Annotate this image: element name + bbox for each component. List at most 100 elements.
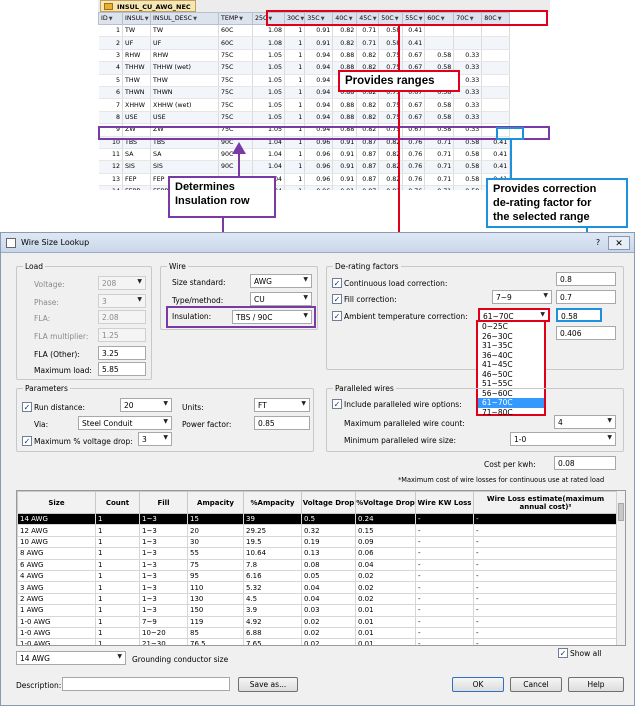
table-cell[interactable]: 0.91	[304, 36, 334, 50]
table-cell[interactable]: 0.76	[402, 160, 426, 174]
results-row[interactable]: 14 AWG 1 1~3 15 39 0.5 0.24- -	[17, 512, 618, 526]
results-row[interactable]: 12 AWG 1 1~3 20 29.25 0.32 0.15- -	[17, 524, 618, 537]
table-cell[interactable]: 0.96	[304, 173, 334, 187]
fill-correction-field[interactable]: 0.7	[556, 290, 616, 304]
table-cell[interactable]: 1	[284, 111, 306, 125]
table-cell[interactable]: 1.05	[252, 61, 285, 75]
table-cell[interactable]: SIS	[150, 160, 219, 174]
results-column-header[interactable]: %Voltage Drop	[355, 491, 416, 514]
description-field[interactable]	[62, 677, 230, 691]
table-cell[interactable]: 0.82	[356, 49, 380, 63]
table-cell[interactable]	[424, 36, 455, 50]
table-cell[interactable]: 0.94	[304, 61, 334, 75]
size-standard-select[interactable]: AWG ▼	[250, 274, 312, 288]
column-header[interactable]: INSUL_DESC▼	[150, 12, 219, 25]
table-cell[interactable]	[481, 98, 511, 112]
table-cell[interactable]: 0.87	[356, 185, 380, 190]
results-column-header[interactable]: Count	[95, 491, 140, 514]
table-cell[interactable]: UF	[122, 36, 151, 50]
type-method-select[interactable]: CU ▼	[250, 292, 312, 306]
table-cell[interactable]: 0.96	[304, 160, 334, 174]
table-cell[interactable]: 0.71	[356, 36, 380, 50]
results-row[interactable]: 6 AWG 1 1~3 75 7.8 0.08 0.04- -	[17, 558, 618, 571]
table-cell[interactable]: 60C	[218, 36, 253, 50]
table-cell[interactable]: FEPB	[122, 185, 151, 190]
results-row[interactable]: 4 AWG 1 1~3 95 6.16 0.05 0.02- -	[17, 569, 618, 583]
table-cell[interactable]: 0.88	[332, 98, 358, 112]
table-cell[interactable]	[481, 49, 511, 63]
results-row[interactable]: 2 AWG 1 1~3 130 4.5 0.04 0.02- -	[17, 592, 618, 606]
table-cell[interactable]: 1.05	[252, 74, 285, 87]
table-cell[interactable]: USE	[150, 111, 219, 125]
table-cell[interactable]: 0.33	[453, 111, 483, 125]
table-cell[interactable]: 0.76	[402, 173, 426, 187]
table-cell[interactable]: 1.08	[252, 36, 285, 50]
table-cell[interactable]: 0.58	[453, 160, 483, 174]
table-cell[interactable]: 0.91	[304, 24, 334, 38]
results-column-header[interactable]: Size	[17, 491, 96, 514]
table-cell[interactable]: 0.58	[453, 148, 483, 162]
fill-correction-select[interactable]: 7~9 ▼	[492, 290, 552, 304]
table-cell[interactable]: 0.87	[356, 160, 380, 174]
table-cell[interactable]: SIS	[122, 160, 151, 174]
total-derating-field[interactable]: 0.406	[556, 326, 616, 340]
table-cell[interactable]: 0.58	[424, 98, 455, 112]
table-row[interactable]: 13FEPFEP90C1.0410.960.910.870.820.760.71…	[98, 173, 511, 187]
table-cell[interactable]: 0.41	[481, 160, 511, 174]
table-row[interactable]: 2 UF UF 60C 1.08 1 0.91 0.82 0.71 0.58 0.41	[98, 36, 511, 50]
table-cell[interactable]: SA	[122, 148, 151, 162]
table-cell[interactable]: 0.33	[453, 98, 483, 112]
table-cell[interactable]: 1	[284, 173, 306, 187]
table-row[interactable]: 1 TW TW 60C 1.08 1 0.91 0.82 0.71 0.58 0.41	[98, 24, 511, 38]
help-question-icon[interactable]: ?	[592, 237, 604, 249]
table-cell[interactable]: 0.33	[453, 49, 483, 63]
help-button[interactable]: Help	[568, 677, 624, 692]
fla-field[interactable]: 2.08	[98, 310, 146, 324]
results-column-header[interactable]: %Ampacity	[243, 491, 302, 514]
table-cell[interactable]: 2	[98, 36, 123, 50]
table-cell[interactable]: 90C	[218, 160, 253, 174]
table-cell[interactable]: 0.41	[481, 148, 511, 162]
table-cell[interactable]: 0.87	[356, 148, 380, 162]
temperature-range-option[interactable]: 41~45C	[478, 360, 544, 370]
table-cell[interactable]: 1.05	[252, 49, 285, 63]
table-cell[interactable]: 0.91	[332, 185, 358, 190]
column-header[interactable]: INSUL▼	[122, 12, 151, 25]
max-paralleled-count-select[interactable]: 4 ▼	[554, 415, 616, 429]
grounding-size-select[interactable]: 14 AWG ▼	[16, 651, 126, 665]
results-column-header[interactable]: Ampacity	[187, 491, 244, 514]
table-cell[interactable]: THW	[150, 74, 219, 87]
table-cell[interactable]: 0.67	[402, 111, 426, 125]
table-cell[interactable]: 0.82	[332, 36, 358, 50]
table-cell[interactable]: TW	[122, 24, 151, 38]
table-cell[interactable]	[481, 24, 511, 38]
table-cell[interactable]: 0.94	[304, 111, 334, 125]
table-cell[interactable]	[481, 86, 511, 100]
table-cell[interactable]: 0.91	[332, 173, 358, 187]
table-cell[interactable]: 1	[284, 160, 306, 174]
results-row[interactable]: 1-0 AWG 1 21~30 76.5 7.65 0.02 0.01- -	[17, 638, 618, 645]
cost-per-kwh-field[interactable]: 0.08	[554, 456, 616, 470]
table-cell[interactable]: XHHW (wet)	[150, 98, 219, 112]
table-cell[interactable]: XHHW	[122, 98, 151, 112]
table-row[interactable]: 11 SA SA 90C 1.04 1 0.96 0.91 0.87 0.82 0.76 0.71 0.…	[98, 148, 511, 162]
table-cell[interactable]: 75C	[218, 111, 253, 125]
table-cell[interactable]: FEP	[122, 173, 151, 187]
column-header[interactable]: ID▼	[98, 12, 123, 25]
table-cell[interactable]: 1	[98, 24, 123, 38]
temperature-range-option[interactable]: 36~40C	[478, 351, 544, 361]
table-cell[interactable]: THHW (wet)	[150, 61, 219, 75]
table-cell[interactable]: 1.05	[252, 98, 285, 112]
power-factor-field[interactable]: 0.85	[254, 416, 310, 430]
table-cell[interactable]	[481, 74, 511, 87]
table-cell[interactable]: 7	[98, 98, 123, 112]
max-voltage-drop-select[interactable]: 3 ▼	[138, 432, 172, 446]
results-column-header[interactable]: Voltage Drop	[301, 491, 356, 514]
table-row[interactable]: 3 RHW RHW 75C 1.05 1 0.94 0.88 0.82 0.75 0.67 0.58 0…	[98, 49, 511, 63]
run-distance-select[interactable]: 20 ▼	[120, 398, 172, 412]
phase-select[interactable]: 3 ▼	[98, 294, 146, 308]
table-cell[interactable]: RHW	[150, 49, 219, 63]
table-cell[interactable]: 11	[98, 148, 123, 162]
table-cell[interactable]: 0.94	[304, 86, 334, 100]
table-cell[interactable]: TW	[150, 24, 219, 38]
